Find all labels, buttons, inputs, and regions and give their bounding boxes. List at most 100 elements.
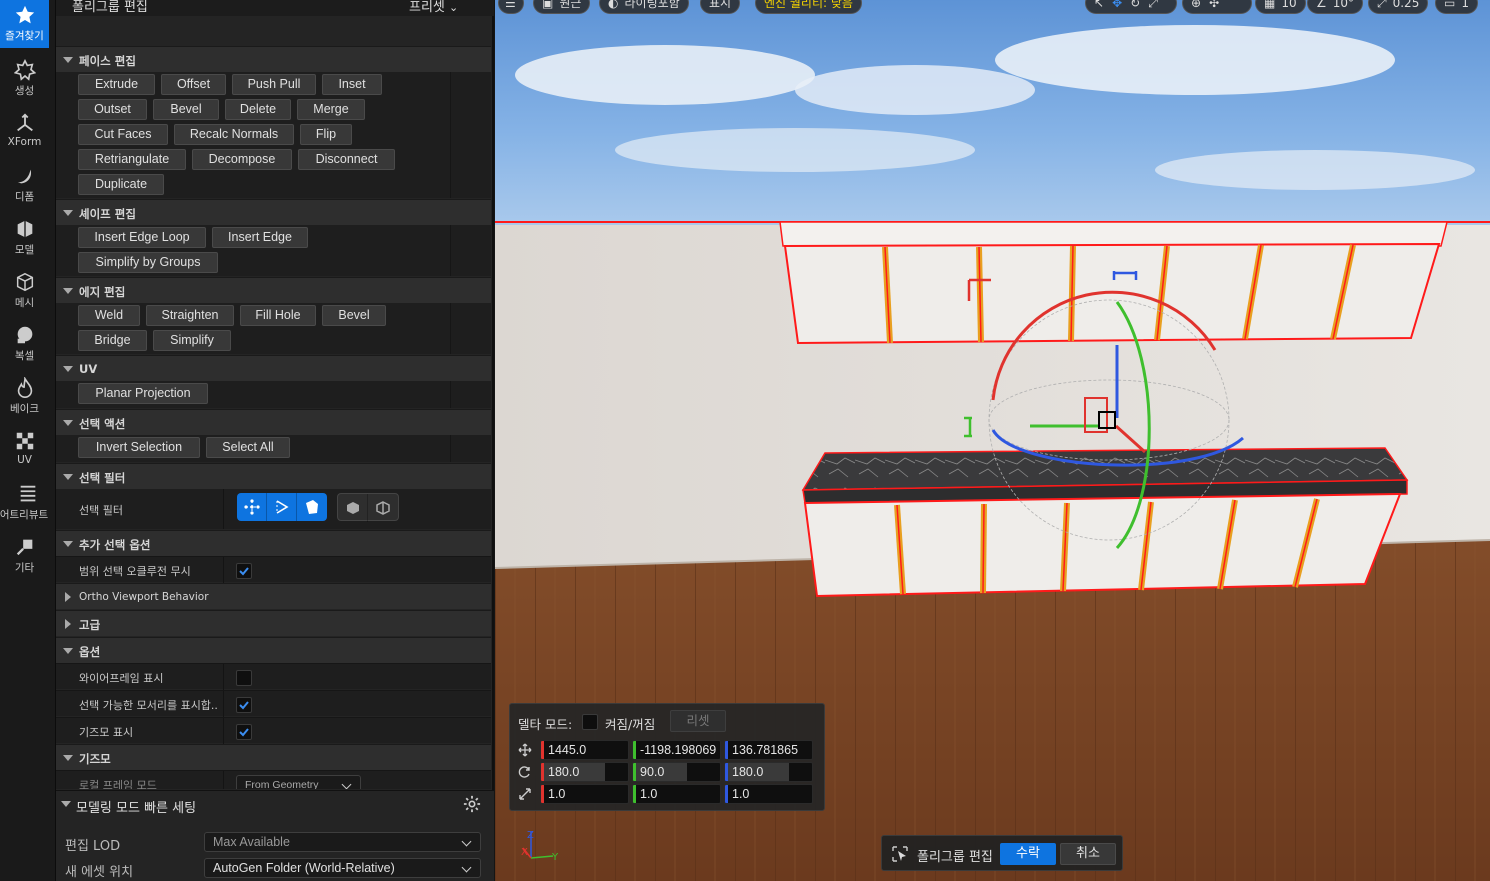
show-gizmo-row: 기즈모 표시 [56,717,491,744]
rotation-y-field[interactable]: 90.0 [632,762,721,782]
surface-snap-icon[interactable]: ✣ [1209,0,1219,13]
rotate-icon[interactable]: ↻ [1130,0,1140,13]
local-frame-mode-dropdown[interactable]: From Geometry [236,775,361,789]
straighten-button[interactable]: Straighten [146,305,234,326]
show-selectable-edges-row: 선택 가능한 모서리를 표시합... [56,690,491,717]
edit-lod-dropdown[interactable]: Max Available [204,832,481,852]
decompose-button[interactable]: Decompose [192,149,292,170]
section-uv[interactable]: UV [56,355,491,381]
merge-button[interactable]: Merge [297,99,365,120]
cut-faces-button[interactable]: Cut Faces [78,124,168,145]
lighting-button[interactable]: ◐ 라이팅포함 [599,0,689,14]
cancel-button[interactable]: 취소 [1060,843,1116,865]
select-icon[interactable]: ↖ [1094,0,1104,13]
section-selection-actions[interactable]: 선택 액션 [56,409,491,435]
scale-z-field[interactable]: 1.0 [724,784,813,804]
gear-icon[interactable] [463,795,481,813]
outset-button[interactable]: Outset [78,99,147,120]
select-all-button[interactable]: Select All [206,437,290,458]
section-edge-edit[interactable]: 에지 편집 [56,277,491,303]
location-x-field[interactable]: 1445.0 [540,740,629,760]
disconnect-button[interactable]: Disconnect [298,149,395,170]
scale-x-field[interactable]: 1.0 [540,784,629,804]
section-ortho[interactable]: Ortho Viewport Behavior [56,583,491,609]
world-icon[interactable]: ⊕ [1191,0,1201,13]
section-selection-filter[interactable]: 선택 필터 [56,463,491,489]
inset-button[interactable]: Inset [322,74,382,95]
section-face-edit[interactable]: 페이스 편집 [56,46,491,72]
vertex-filter-button[interactable] [237,493,267,521]
recalc-normals-button[interactable]: Recalc Normals [174,124,294,145]
simplify-by-groups-button[interactable]: Simplify by Groups [78,252,218,273]
fill-hole-button[interactable]: Fill Hole [240,305,316,326]
edge-filter-button[interactable] [267,493,297,521]
accept-button[interactable]: 수락 [1000,843,1056,865]
scale-snap-button[interactable]: ⤢ 0.25 [1368,0,1429,14]
transform-tools: ↖ ✥ ↻ ⤢ [1085,0,1177,14]
duplicate-button[interactable]: Duplicate [78,174,164,195]
level-viewport[interactable]: Z Y X ☰ ▣ 원근 ◐ 라이팅포함 표시 엔진 퀄리티: 낮음 ↖ ✥ ↻ ⤢… [495,0,1490,881]
rail-attributes[interactable]: 어트리뷰트 [0,479,56,527]
show-gizmo-checkbox[interactable] [236,724,252,740]
scalability-warning[interactable]: 엔진 퀄리티: 낮음 [755,0,862,14]
volume-filter-button[interactable] [368,494,398,522]
rail-deform[interactable]: 디폼 [0,161,49,209]
retriangulate-button[interactable]: Retriangulate [78,149,186,170]
show-wireframe-checkbox[interactable] [236,670,252,686]
rotation-snap-button[interactable]: ∠ 10° [1307,0,1364,14]
camera-speed-button[interactable]: ▭ 1 [1435,0,1478,14]
section-extra-selection[interactable]: 추가 선택 옵션 [56,530,491,556]
quick-settings-header[interactable]: 모델링 모드 빠른 세팅 [56,790,494,816]
offset-button[interactable]: Offset [161,74,226,95]
rotation-z-field[interactable]: 180.0 [724,762,813,782]
star-icon [15,5,34,24]
delta-mode-checkbox[interactable] [582,714,598,730]
weld-button[interactable]: Weld [78,305,140,326]
section-shape-edit[interactable]: 셰이프 편집 [56,199,491,225]
location-z-field[interactable]: 136.781865 [724,740,813,760]
section-gizmo[interactable]: 기즈모 [56,744,491,770]
scale-y-field[interactable]: 1.0 [632,784,721,804]
rail-uv[interactable]: UV [0,426,49,474]
section-label: 추가 선택 옵션 [79,538,151,552]
translate-icon[interactable]: ✥ [1112,0,1122,13]
surface-filter-button[interactable] [338,494,368,522]
rail-favorites[interactable]: 즐겨찾기 [0,0,49,48]
planar-projection-button[interactable]: Planar Projection [78,383,208,404]
rail-misc[interactable]: 기타 [0,532,49,580]
insert-edge-button[interactable]: Insert Edge [212,227,308,248]
push-pull-button[interactable]: Push Pull [232,74,316,95]
bridge-button[interactable]: Bridge [78,330,147,351]
section-options[interactable]: 옵션 [56,637,491,663]
show-selectable-edges-checkbox[interactable] [236,697,252,713]
rotate-icon [518,766,530,778]
ignore-occlusion-checkbox[interactable] [236,563,252,579]
flip-button[interactable]: Flip [300,124,352,145]
rail-bake[interactable]: 베이크 [0,373,49,421]
perspective-button[interactable]: ▣ 원근 [533,0,591,14]
delete-button[interactable]: Delete [225,99,291,120]
mesh-icon [16,272,33,292]
show-button[interactable]: 표시 [700,0,741,14]
reset-button[interactable]: 리셋 [670,710,726,732]
extrude-button[interactable]: Extrude [78,74,155,95]
insert-edge-loop-button[interactable]: Insert Edge Loop [78,227,206,248]
section-advanced[interactable]: 고급 [56,610,491,636]
rotation-x-field[interactable]: 180.0 [540,762,629,782]
rail-voxel[interactable]: 복셀 [0,320,49,368]
asset-location-dropdown[interactable]: AutoGen Folder (World-Relative) [204,858,481,878]
scale-icon[interactable]: ⤢ [1148,0,1158,13]
grid-snap-button[interactable]: ▦ 10 [1255,0,1306,14]
edge-bevel-button[interactable]: Bevel [322,305,386,326]
face-filter-button[interactable] [297,493,327,521]
location-y-field[interactable]: -1198.198069 [632,740,721,760]
preset-dropdown[interactable]: 프리셋 ⌄ [409,0,458,15]
rail-create[interactable]: 생성 [0,55,49,103]
details-scroll[interactable]: 페이스 편집 Extrude Offset Push Pull Inset Ou… [56,45,491,789]
rail-xform[interactable]: XForm [0,108,49,156]
bevel-button[interactable]: Bevel [153,99,219,120]
simplify-button[interactable]: Simplify [153,330,231,351]
rail-model[interactable]: 모델 [0,214,49,262]
invert-selection-button[interactable]: Invert Selection [78,437,200,458]
rail-mesh[interactable]: 메시 [0,267,49,315]
